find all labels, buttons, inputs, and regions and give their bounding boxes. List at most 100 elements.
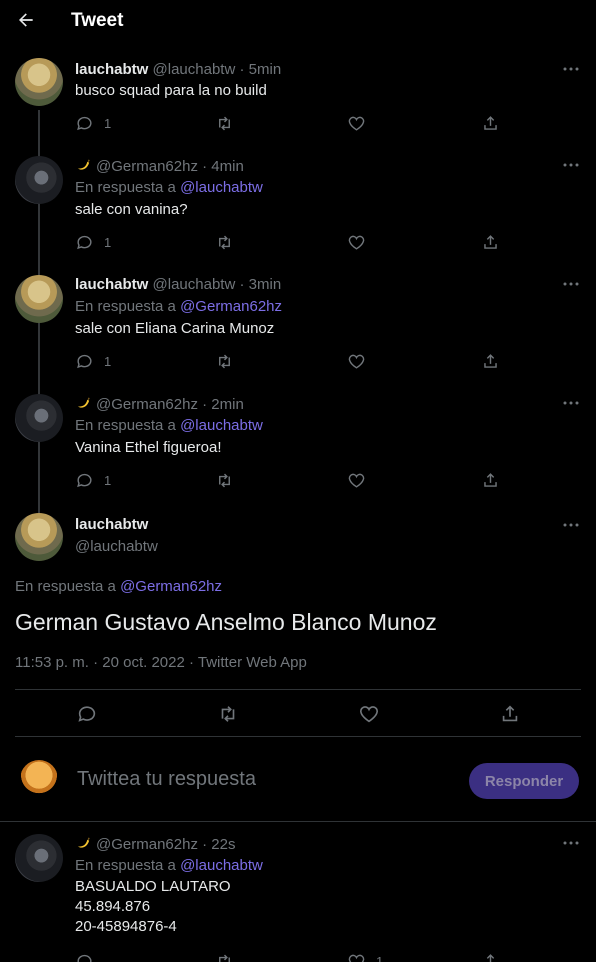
avatar[interactable]: [15, 275, 63, 323]
tweet-actions: 1: [75, 469, 515, 491]
author-handle[interactable]: @German62hz: [96, 396, 198, 413]
reply-icon: [77, 235, 92, 249]
more-options-icon[interactable]: [560, 276, 582, 292]
replying-to-link[interactable]: @lauchabtw: [180, 417, 263, 434]
reply-button[interactable]: 1: [75, 469, 111, 491]
divider: [15, 689, 581, 690]
tweet-actions: 1: [75, 350, 515, 372]
retweet-button[interactable]: [215, 112, 234, 134]
tweet-text: sale con Eliana Carina Munoz: [75, 320, 275, 337]
replying-to-label: En respuesta a: [75, 417, 176, 434]
retweet-icon: [219, 235, 230, 249]
like-button[interactable]: 1: [347, 950, 383, 962]
share-button[interactable]: [496, 700, 524, 728]
reply-icon: [77, 954, 92, 962]
reply-input[interactable]: [77, 768, 437, 791]
retweet-icon: [219, 473, 230, 487]
reply-count: 1: [104, 472, 112, 488]
reply-button[interactable]: 1: [75, 350, 111, 372]
more-options-icon[interactable]: [560, 157, 582, 173]
avatar[interactable]: [15, 834, 63, 882]
tweet-timestamp[interactable]: 11:53 p. m. · 20 oct. 2022 · Twitter Web…: [15, 654, 307, 671]
heart-icon: [359, 706, 379, 723]
author-handle[interactable]: @German62hz: [96, 158, 198, 175]
retweet-button[interactable]: [215, 231, 234, 253]
reply-icon: [78, 706, 96, 722]
replying-to-link[interactable]: @German62hz: [120, 578, 222, 595]
reply-count: 1: [104, 115, 112, 131]
avatar[interactable]: [15, 394, 63, 442]
author-handle[interactable]: @German62hz: [96, 836, 198, 853]
share-icon: [484, 353, 497, 368]
reply-button[interactable]: 1: [75, 231, 111, 253]
tweet-time[interactable]: · 4min: [202, 158, 244, 175]
tweet-text: German Gustavo Anselmo Blanco Munoz: [15, 609, 437, 635]
like-count: 1: [376, 953, 384, 962]
retweet-icon: [219, 954, 230, 962]
like-button[interactable]: [347, 112, 366, 134]
share-button[interactable]: [481, 112, 500, 134]
replying-to-link[interactable]: @lauchabtw: [180, 179, 263, 196]
share-button[interactable]: [481, 469, 500, 491]
author-handle[interactable]: @lauchabtw: [153, 276, 236, 293]
avatar[interactable]: [15, 58, 63, 106]
reply-count: 1: [104, 353, 112, 369]
more-options-icon[interactable]: [560, 61, 582, 77]
heart-icon: [348, 954, 365, 962]
reply-button[interactable]: 1: [75, 112, 111, 134]
retweet-button[interactable]: [214, 700, 242, 728]
like-button[interactable]: [347, 231, 366, 253]
retweet-button[interactable]: [215, 469, 234, 491]
reply-icon: [77, 354, 92, 368]
heart-icon: [348, 354, 365, 369]
author-name[interactable]: lauchabtw: [75, 61, 148, 78]
tweet-time[interactable]: · 2min: [202, 396, 244, 413]
avatar[interactable]: [15, 513, 63, 561]
retweet-icon: [219, 354, 230, 368]
more-options-icon[interactable]: [560, 517, 582, 533]
share-icon: [484, 115, 497, 130]
retweet-icon: [221, 706, 235, 722]
header-bar: Tweet: [0, 0, 596, 42]
like-button[interactable]: [347, 350, 366, 372]
like-button[interactable]: [355, 700, 383, 728]
main-tweet-actions: [0, 700, 596, 728]
page-title: Tweet: [71, 10, 124, 31]
retweet-icon: [219, 116, 230, 130]
tweet-text-line: 45.894.876: [75, 898, 151, 915]
retweet-button[interactable]: [215, 950, 234, 962]
author-name[interactable]: lauchabtw: [75, 276, 148, 293]
avatar[interactable]: [15, 156, 63, 204]
author-handle[interactable]: @lauchabtw: [153, 61, 236, 78]
tweet-time[interactable]: · 5min: [239, 61, 281, 78]
avatar[interactable]: [20, 760, 58, 798]
replying-to-label: En respuesta a: [75, 857, 176, 874]
author-name[interactable]: lauchabtw: [75, 516, 148, 533]
tweet-text: busco squad para la no build: [75, 82, 267, 99]
share-icon: [484, 472, 497, 487]
replying-to-link[interactable]: @German62hz: [180, 298, 282, 315]
share-icon: [484, 234, 497, 249]
share-button[interactable]: [481, 350, 500, 372]
replying-to-label: En respuesta a: [75, 179, 176, 196]
like-button[interactable]: [347, 469, 366, 491]
reply-count: 1: [104, 234, 112, 250]
share-button[interactable]: [481, 231, 500, 253]
retweet-button[interactable]: [215, 350, 234, 372]
respond-button[interactable]: Responder: [469, 763, 579, 799]
tweet-time[interactable]: · 3min: [239, 276, 281, 293]
reply-button[interactable]: [73, 700, 101, 728]
author-handle[interactable]: @lauchabtw: [75, 538, 158, 555]
share-button[interactable]: [481, 950, 500, 962]
banana-emoji-icon: [75, 157, 92, 174]
replying-to-link[interactable]: @lauchabtw: [180, 857, 263, 874]
back-arrow-icon[interactable]: [14, 8, 38, 32]
tweet-time[interactable]: · 22s: [202, 836, 235, 853]
replying-to-label: En respuesta a: [15, 578, 116, 595]
reply-button[interactable]: [75, 950, 94, 962]
heart-icon: [348, 473, 365, 488]
more-options-icon[interactable]: [560, 395, 582, 411]
reply-icon: [77, 473, 92, 487]
divider: [0, 821, 596, 822]
more-options-icon[interactable]: [560, 835, 582, 851]
